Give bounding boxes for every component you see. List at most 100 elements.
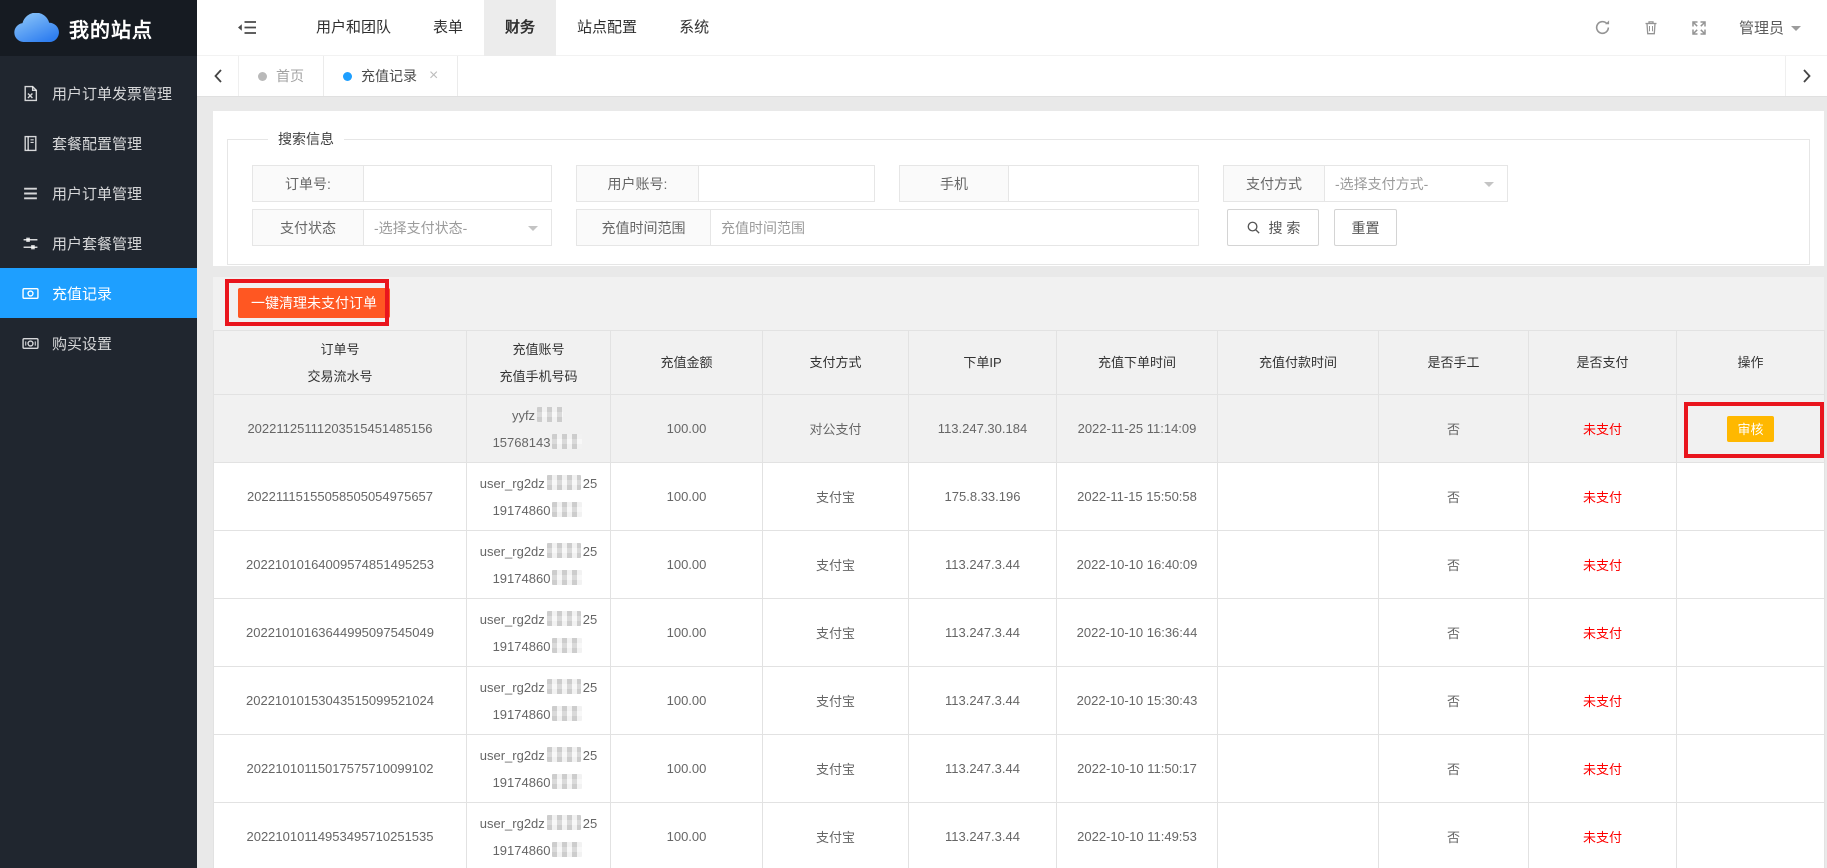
search-field-group: 充值时间范围 <box>576 209 1199 246</box>
phone-line: 19174860 <box>467 837 610 864</box>
cell-pay-time <box>1218 395 1379 463</box>
field-label: 用户账号: <box>576 165 699 202</box>
column-header: 下单IP <box>909 331 1057 395</box>
text-input[interactable] <box>699 166 874 201</box>
cell-pay-time <box>1218 735 1379 803</box>
search-row-0: 订单号:用户账号:手机支付方式-选择支付方式- <box>252 165 1809 202</box>
account-line: user_rg2dz25 <box>467 470 610 497</box>
nav-menu: 用户和团队表单财务站点配置系统 <box>295 0 730 56</box>
nav-item[interactable]: 系统 <box>658 0 730 56</box>
reset-button[interactable]: 重置 <box>1334 209 1397 246</box>
sidebar-item[interactable]: 购买设置 <box>0 318 197 368</box>
field-select[interactable]: -选择支付状态- <box>364 209 552 246</box>
search-field-group: 用户账号: <box>576 165 875 202</box>
cell-pay-method: 支付宝 <box>763 667 909 735</box>
cell-amount: 100.00 <box>611 599 763 667</box>
cell-account: user_rg2dz2519174860 <box>467 803 611 868</box>
field-label: 手机 <box>899 165 1009 202</box>
column-header: 订单号交易流水号 <box>214 331 467 395</box>
cell-pay-method: 支付宝 <box>763 735 909 803</box>
cell-pay-method: 支付宝 <box>763 803 909 868</box>
cell-pay-status: 未支付 <box>1529 531 1677 599</box>
sidebar-item[interactable]: 用户订单发票管理 <box>0 68 197 118</box>
search-panel: 搜索信息 订单号:用户账号:手机支付方式-选择支付方式- 支付状态-选择支付状态… <box>213 111 1824 266</box>
search-legend: 搜索信息 <box>268 129 344 149</box>
header-line: 支付方式 <box>763 349 908 376</box>
tab-close-icon[interactable]: × <box>429 68 438 84</box>
censor-blur <box>547 747 581 762</box>
sidebar-collapse-icon[interactable] <box>237 20 257 35</box>
cloud-logo-icon <box>13 13 59 43</box>
nav-item[interactable]: 财务 <box>484 0 556 56</box>
cell-ip: 113.247.3.44 <box>909 803 1057 868</box>
nav-item[interactable]: 用户和团队 <box>295 0 412 56</box>
cell-ip: 113.247.30.184 <box>909 395 1057 463</box>
sidebar-item[interactable]: 用户订单管理 <box>0 168 197 218</box>
tab-dot-icon <box>343 72 352 81</box>
account-line: user_rg2dz25 <box>467 538 610 565</box>
sidebar-item[interactable]: 用户套餐管理 <box>0 218 197 268</box>
column-header: 充值下单时间 <box>1057 331 1218 395</box>
sidebar-item[interactable]: 充值记录 <box>0 268 197 318</box>
cell-pay-time <box>1218 599 1379 667</box>
sidebar-item[interactable]: 套餐配置管理 <box>0 118 197 168</box>
field-label: 支付状态 <box>252 209 364 246</box>
clear-unpaid-orders-button[interactable]: 一键清理未支付订单 <box>238 288 390 318</box>
field-input[interactable] <box>699 165 875 202</box>
admin-menu[interactable]: 管理员 <box>1739 17 1801 38</box>
package-config-icon <box>21 134 39 152</box>
tab-label: 充值记录 <box>361 66 417 86</box>
cell-amount: 100.00 <box>611 463 763 531</box>
records-table: 订单号交易流水号充值账号充值手机号码充值金额支付方式下单IP充值下单时间充值付款… <box>213 330 1825 868</box>
order-list-icon <box>21 184 39 202</box>
text-input[interactable] <box>711 210 1198 245</box>
field-label: 订单号: <box>252 165 364 202</box>
fullscreen-icon[interactable] <box>1691 20 1707 36</box>
field-input[interactable] <box>711 209 1199 246</box>
tab[interactable]: 首页 <box>239 56 323 96</box>
header-line: 充值金额 <box>611 349 762 376</box>
cell-account: user_rg2dz2519174860 <box>467 531 611 599</box>
text-input[interactable] <box>364 166 551 201</box>
column-header: 是否手工 <box>1379 331 1529 395</box>
cell-pay-time <box>1218 531 1379 599</box>
tab-bar: 首页 充值记录 × <box>197 56 1827 97</box>
field-input[interactable] <box>364 165 552 202</box>
sidebar-menu: 用户订单发票管理套餐配置管理用户订单管理用户套餐管理充值记录购买设置 <box>0 56 197 368</box>
text-input[interactable] <box>1009 166 1198 201</box>
table-row: 20221010115017575710099102user_rg2dz2519… <box>214 735 1825 803</box>
cell-pay-method: 支付宝 <box>763 463 909 531</box>
cell-amount: 100.00 <box>611 803 763 868</box>
sidebar-item-label: 用户订单管理 <box>52 183 142 204</box>
refresh-icon[interactable] <box>1594 19 1611 36</box>
cell-is-manual: 否 <box>1379 531 1529 599</box>
censor-blur <box>552 638 582 653</box>
sidebar: 我的站点 用户订单发票管理套餐配置管理用户订单管理用户套餐管理充值记录购买设置 <box>0 0 197 868</box>
cell-order-no: 20221115155058505054975657 <box>214 463 467 531</box>
tab-dot-icon <box>258 72 267 81</box>
field-select[interactable]: -选择支付方式- <box>1325 165 1508 202</box>
header-line: 充值下单时间 <box>1057 349 1217 376</box>
cell-account: user_rg2dz2519174860 <box>467 735 611 803</box>
cell-order-time: 2022-11-25 11:14:09 <box>1057 395 1218 463</box>
account-line: user_rg2dz25 <box>467 674 610 701</box>
tab[interactable]: 充值记录 × <box>323 56 458 96</box>
censor-blur <box>547 679 581 694</box>
search-button[interactable]: 搜 索 <box>1227 209 1319 246</box>
header-line: 操作 <box>1677 349 1824 376</box>
nav-item[interactable]: 站点配置 <box>556 0 658 56</box>
table-panel: 一键清理未支付订单 订单号交易流水号充值账号充值手机号码充值金额支付方式下单IP… <box>213 277 1824 868</box>
cell-amount: 100.00 <box>611 395 763 463</box>
cell-order-no: 20221010114953495710251535 <box>214 803 467 868</box>
table-row: 20221010163644995097545049user_rg2dz2519… <box>214 599 1825 667</box>
censor-blur <box>552 502 582 517</box>
nav-item[interactable]: 表单 <box>412 0 484 56</box>
cell-order-no: 20221010153043515099521024 <box>214 667 467 735</box>
field-input[interactable] <box>1009 165 1199 202</box>
audit-button[interactable]: 审核 <box>1727 416 1773 442</box>
trash-icon[interactable] <box>1643 19 1659 36</box>
censor-blur <box>552 570 582 585</box>
tabs-scroll-left-button[interactable] <box>197 56 239 96</box>
tabs-scroll-right-button[interactable] <box>1785 56 1827 96</box>
cell-amount: 100.00 <box>611 735 763 803</box>
